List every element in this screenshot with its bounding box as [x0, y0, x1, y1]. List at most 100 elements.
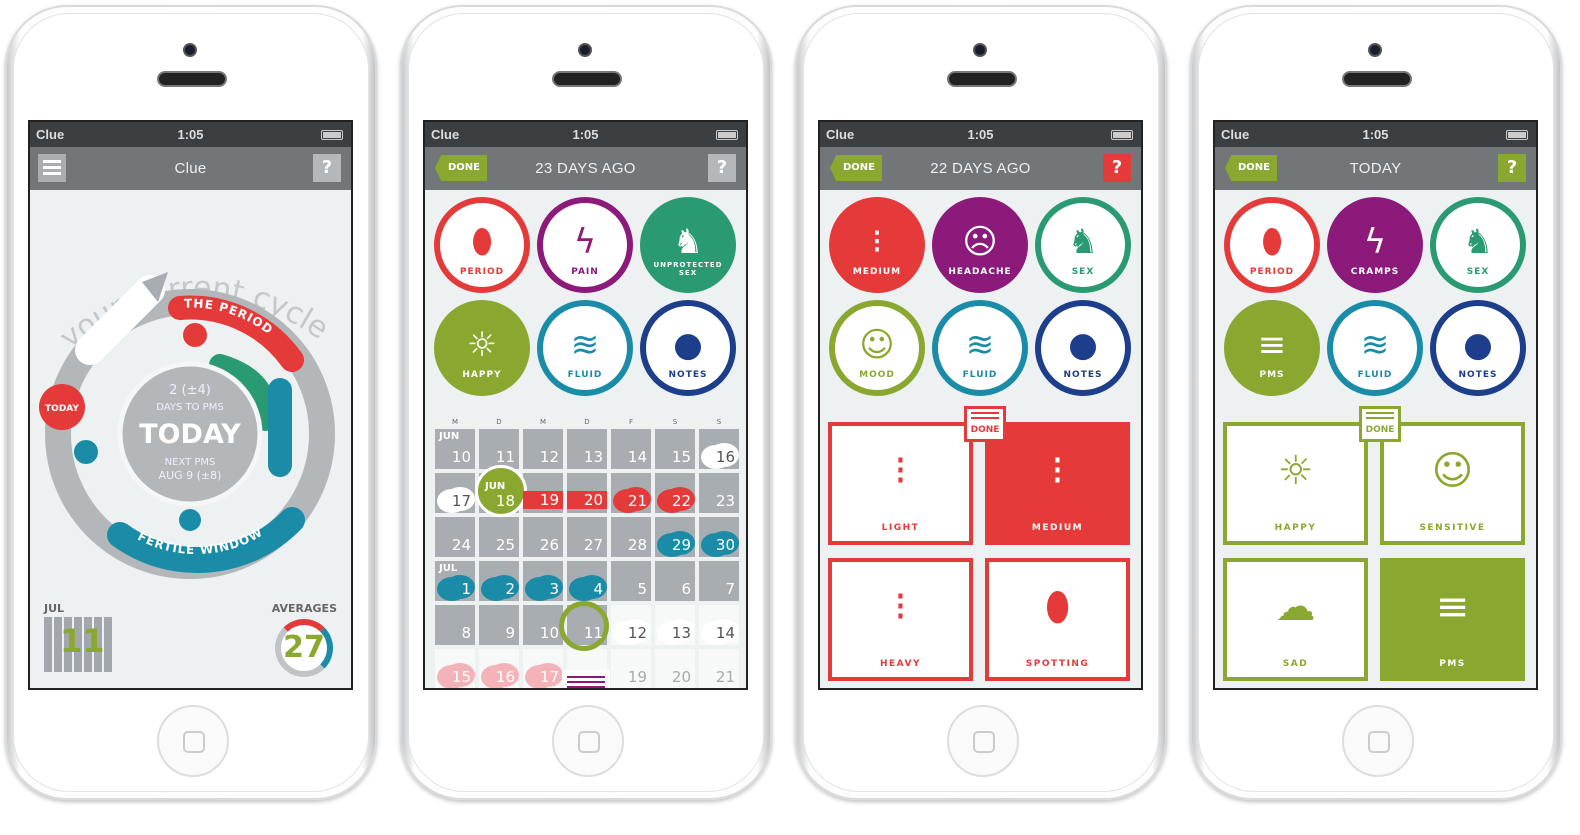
calendar-day[interactable]: 21	[699, 649, 739, 688]
calendar-day[interactable]: 5	[611, 561, 651, 601]
calendar-day[interactable]: 17	[435, 473, 475, 513]
panel-done-tab[interactable]: DONE	[964, 406, 1006, 442]
done-button[interactable]: DONE	[1225, 155, 1277, 181]
calendar-day[interactable]: 30	[699, 517, 739, 557]
calendar-day[interactable]: 13	[655, 605, 695, 645]
calendar-day[interactable]: 12	[523, 429, 563, 469]
option-medium[interactable]: ⁝ MEDIUM	[985, 422, 1130, 545]
calendar-day[interactable]: 16	[479, 649, 519, 688]
calendar-day[interactable]: 21	[611, 473, 651, 513]
next-pms-label: NEXT PMS	[165, 457, 216, 468]
option-spotting[interactable]: ⬮ SPOTTING	[985, 558, 1130, 681]
calendar-day[interactable]: 20	[655, 649, 695, 688]
done-button[interactable]: DONE	[830, 155, 882, 181]
calendar-day[interactable]: 6	[655, 561, 695, 601]
calendar-day[interactable]: 28	[611, 517, 651, 557]
help-button[interactable]: ?	[313, 154, 341, 182]
option-sad[interactable]: ☁ SAD	[1223, 558, 1368, 681]
stripe	[971, 412, 999, 414]
calendar-day[interactable]: 13	[567, 429, 607, 469]
day-number: 15	[451, 668, 471, 686]
category-unprotected-sex[interactable]: ♞ UNPROTECTED SEX	[640, 197, 736, 293]
drops-icon: ⁝	[871, 222, 883, 262]
option-label: SENSITIVE	[1419, 523, 1486, 533]
done-button[interactable]: DONE	[435, 155, 487, 181]
category-happy[interactable]: ☼ HAPPY	[434, 300, 530, 396]
calendar-day[interactable]: 23	[699, 473, 739, 513]
option-light[interactable]: ⁝ LIGHT	[828, 422, 973, 545]
calendar-day[interactable]: 11	[559, 601, 609, 651]
help-button[interactable]: ?	[1498, 154, 1526, 182]
day-number: 20	[671, 668, 691, 686]
calendar-day[interactable]: 22	[655, 473, 695, 513]
category-label: NOTES	[1063, 370, 1103, 380]
category-medium[interactable]: ⁝ MEDIUM	[829, 197, 925, 293]
option-sensitive[interactable]: ☺ SENSITIVE	[1380, 422, 1525, 545]
category-label: MOOD	[859, 370, 895, 380]
teal-blob	[74, 440, 98, 464]
category-period[interactable]: ⬮ PERIOD	[434, 197, 530, 293]
option-pms[interactable]: ≡ PMS	[1380, 558, 1525, 681]
calendar-day[interactable]: 3	[523, 561, 563, 601]
category-pms[interactable]: ≡ PMS	[1224, 300, 1320, 396]
calendar-day[interactable]: 11	[479, 429, 519, 469]
category-sex[interactable]: ♞ SEX	[1035, 197, 1131, 293]
day-number: 25	[495, 536, 515, 554]
category-fluid[interactable]: ≋ FLUID	[537, 300, 633, 396]
drawer-handle[interactable]	[562, 670, 610, 688]
home-square-icon	[1368, 731, 1390, 753]
period-blob	[183, 323, 207, 347]
menu-list-icon[interactable]	[38, 154, 66, 182]
calendar-day[interactable]: 19	[523, 473, 563, 513]
category-pain[interactable]: ϟ PAIN	[537, 197, 633, 293]
calendar-day[interactable]: 4	[567, 561, 607, 601]
calendar-day[interactable]: 25	[479, 517, 519, 557]
calendar-day[interactable]: 29	[655, 517, 695, 557]
panel-done-label: DONE	[970, 425, 1000, 435]
home-button[interactable]	[552, 705, 624, 777]
option-heavy[interactable]: ⁝ HEAVY	[828, 558, 973, 681]
calendar-day[interactable]: 10	[523, 605, 563, 645]
category-notes[interactable]: ● NOTES	[1035, 300, 1131, 396]
home-button[interactable]	[157, 705, 229, 777]
calendar-day[interactable]: 14	[699, 605, 739, 645]
calendar-day[interactable]: 15	[435, 649, 475, 688]
averages-button[interactable]: 27	[275, 619, 333, 677]
calendar-day[interactable]: 19	[611, 649, 651, 688]
weekday-header: D	[496, 418, 502, 426]
category-cramps[interactable]: ϟ CRAMPS	[1327, 197, 1423, 293]
calendar-day[interactable]: 8	[435, 605, 475, 645]
calendar-day[interactable]: JUN 18	[475, 465, 527, 517]
phone-screen: Clue 1:05 22 DAYS AGO? DONE ⁝ MEDIUM ☹ HEADACHE…	[818, 120, 1143, 690]
panel-done-tab[interactable]: DONE	[1359, 406, 1401, 442]
calendar-day[interactable]: JUN 10	[435, 429, 475, 469]
help-button[interactable]: ?	[1103, 154, 1131, 182]
calendar-day[interactable]: 20	[567, 473, 607, 513]
calendar-day[interactable]: 7	[699, 561, 739, 601]
help-button[interactable]: ?	[708, 154, 736, 182]
calendar-day[interactable]: 26	[523, 517, 563, 557]
calendar-day[interactable]: 16	[699, 429, 739, 469]
home-button[interactable]	[1342, 705, 1414, 777]
option-happy[interactable]: ☼ HAPPY	[1223, 422, 1368, 545]
nav-bar: Clue?	[30, 147, 351, 190]
category-period[interactable]: ⬮ PERIOD	[1224, 197, 1320, 293]
drop-icon: ⬮	[1044, 584, 1071, 630]
category-headache[interactable]: ☹ HEADACHE	[932, 197, 1028, 293]
calendar-day[interactable]: 15	[655, 429, 695, 469]
calendar-day[interactable]: 14	[611, 429, 651, 469]
category-mood[interactable]: ☺ MOOD	[829, 300, 925, 396]
calendar-day[interactable]: 12	[611, 605, 651, 645]
category-sex[interactable]: ♞ SEX	[1430, 197, 1526, 293]
category-fluid[interactable]: ≋ FLUID	[932, 300, 1028, 396]
calendar-day[interactable]: 2	[479, 561, 519, 601]
calendar-day[interactable]: 9	[479, 605, 519, 645]
category-notes[interactable]: ● NOTES	[1430, 300, 1526, 396]
calendar-day[interactable]: 24	[435, 517, 475, 557]
calendar-day[interactable]: 17	[523, 649, 563, 688]
category-notes[interactable]: ● NOTES	[640, 300, 736, 396]
category-fluid[interactable]: ≋ FLUID	[1327, 300, 1423, 396]
home-button[interactable]	[947, 705, 1019, 777]
calendar-day[interactable]: 27	[567, 517, 607, 557]
calendar-day[interactable]: JUL 1	[435, 561, 475, 601]
